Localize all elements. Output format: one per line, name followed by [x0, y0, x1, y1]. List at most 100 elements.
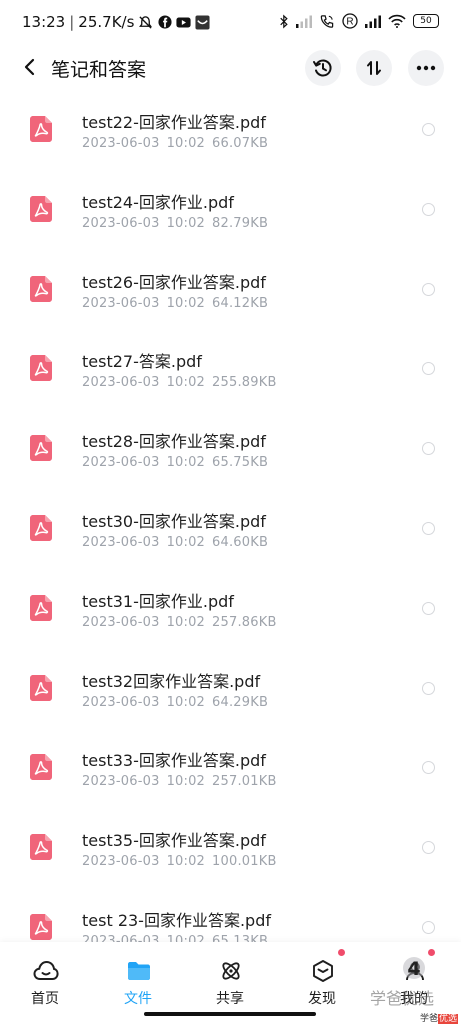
file-row[interactable]: test33-回家作业答案.pdf 2023-06-03 10:02 257.01KB	[0, 730, 461, 810]
status-left: 13:23 | 25.7K/s	[22, 13, 210, 31]
bluetooth-icon	[279, 13, 289, 29]
file-date: 2023-06-03	[82, 295, 160, 311]
file-row[interactable]: test24-回家作业.pdf 2023-06-03 10:02 82.79KB	[0, 172, 461, 252]
file-meta: 2023-06-03 10:02 82.79KB	[82, 216, 275, 231]
history-button[interactable]	[305, 50, 341, 86]
registered-icon: R	[342, 13, 358, 29]
nav-tab-2[interactable]: 共享	[195, 952, 265, 1012]
file-row[interactable]: test31-回家作业.pdf 2023-06-03 10:02 257.86KB	[0, 571, 461, 651]
select-radio[interactable]	[422, 282, 435, 296]
file-date: 2023-06-03	[82, 535, 160, 550]
file-row[interactable]: test35-回家作业答案.pdf 2023-06-03 10:02 100.01KB	[0, 810, 461, 890]
file-time: 10:02	[166, 375, 206, 391]
corner-number-badge: 4	[403, 957, 425, 980]
file-date: 2023-06-03	[82, 455, 160, 471]
select-radio[interactable]	[422, 761, 435, 775]
file-time: 10:02	[166, 136, 206, 151]
select-radio[interactable]	[422, 601, 435, 615]
nav-tab-3[interactable]: 发现	[287, 952, 357, 1012]
select-radio[interactable]	[422, 362, 435, 376]
select-radio[interactable]	[422, 681, 435, 695]
file-name: test33-回家作业答案.pdf	[82, 751, 266, 771]
chevron-left-icon	[24, 58, 35, 76]
more-button[interactable]	[408, 50, 444, 86]
svg-text:R: R	[346, 17, 353, 28]
file-size: 255.89KB	[212, 375, 277, 391]
file-date: 2023-06-03	[82, 854, 160, 870]
file-size: 257.01KB	[212, 774, 277, 790]
wifi-call-icon	[319, 14, 335, 29]
file-name: test24-回家作业.pdf	[82, 192, 234, 212]
file-meta: 2023-06-03 10:02 66.07KB	[82, 136, 275, 151]
select-radio[interactable]	[422, 841, 435, 855]
file-name: test22-回家作业答案.pdf	[82, 113, 266, 132]
pdf-file-icon	[30, 116, 52, 142]
select-radio[interactable]	[422, 442, 435, 456]
file-name: test32回家作业答案.pdf	[82, 671, 261, 691]
network-speed: 25.7K/s	[78, 13, 135, 31]
file-time: 10:02	[166, 535, 206, 550]
share-atom-icon	[218, 958, 244, 984]
file-name: test26-回家作业答案.pdf	[82, 272, 266, 292]
folder-icon	[126, 958, 152, 984]
select-radio[interactable]	[422, 522, 435, 535]
file-time: 10:02	[166, 694, 206, 710]
file-meta: 2023-06-03 10:02 65.75KB	[82, 455, 275, 470]
file-time: 10:02	[166, 215, 206, 231]
select-radio[interactable]	[422, 202, 435, 216]
battery-level: 50	[420, 16, 432, 26]
file-meta: 2023-06-03 10:02 64.60KB	[82, 535, 275, 550]
file-date: 2023-06-03	[82, 774, 160, 790]
history-icon	[313, 59, 332, 77]
back-button[interactable]	[14, 52, 44, 82]
pdf-file-icon	[30, 355, 52, 382]
pdf-file-icon	[30, 674, 52, 701]
battery-icon: 50	[413, 14, 439, 28]
file-row[interactable]: test 23-回家作业答案.pdf 2023-06-03 10:02 65.13KB	[0, 890, 461, 942]
discover-cube-icon	[310, 958, 336, 984]
nav-tab-0[interactable]: 首页	[10, 952, 80, 1012]
more-icon	[416, 65, 436, 71]
file-name: test 23-回家作业答案.pdf	[82, 911, 271, 930]
facebook-icon	[157, 15, 172, 30]
file-time: 10:02	[166, 295, 206, 311]
pdf-file-icon	[30, 275, 52, 302]
file-date: 2023-06-03	[82, 375, 160, 391]
file-meta: 2023-06-03 10:02 64.12KB	[82, 296, 275, 311]
file-row[interactable]: test30-回家作业答案.pdf 2023-06-03 10:02 64.60KB	[0, 491, 461, 571]
file-meta: 2023-06-03 10:02 257.01KB	[82, 774, 284, 789]
nav-tab-label: 共享	[216, 991, 244, 1007]
pdf-file-icon	[30, 195, 52, 222]
file-date: 2023-06-03	[82, 136, 160, 151]
cloud-home-icon	[33, 958, 59, 984]
file-name: test30-回家作业答案.pdf	[82, 512, 266, 531]
file-size: 64.12KB	[212, 295, 269, 311]
nav-tab-1[interactable]: 文件	[103, 952, 173, 1012]
file-row[interactable]: test28-回家作业答案.pdf 2023-06-03 10:02 65.75KB	[0, 411, 461, 491]
brand-highlight: 优选	[438, 1014, 459, 1024]
file-row[interactable]: test32回家作业答案.pdf 2023-06-03 10:02 64.29KB	[0, 651, 461, 731]
file-meta: 2023-06-03 10:02 255.89KB	[82, 375, 284, 390]
file-date: 2023-06-03	[82, 215, 160, 231]
file-row[interactable]: test26-回家作业答案.pdf 2023-06-03 10:02 64.12KB	[0, 252, 461, 332]
status-right: R 50	[279, 13, 439, 29]
pdf-file-icon	[30, 435, 52, 462]
file-size: 100.01KB	[212, 854, 277, 870]
pdf-file-icon	[30, 834, 52, 861]
file-time: 10:02	[166, 774, 206, 790]
file-meta: 2023-06-03 10:02 100.01KB	[82, 854, 284, 869]
file-list[interactable]: test22-回家作业答案.pdf 2023-06-03 10:02 66.07KB t…	[0, 92, 461, 942]
file-name: test28-回家作业答案.pdf	[82, 432, 266, 452]
file-time: 10:02	[166, 934, 206, 942]
select-radio[interactable]	[422, 123, 435, 136]
brand-mark: 学爸优选	[420, 1011, 459, 1024]
select-radio[interactable]	[422, 921, 435, 934]
file-row[interactable]: test27-答案.pdf 2023-06-03 10:02 255.89KB	[0, 331, 461, 411]
file-size: 82.79KB	[212, 215, 269, 231]
sort-button[interactable]	[356, 50, 392, 86]
file-row[interactable]: test22-回家作业答案.pdf 2023-06-03 10:02 66.07KB	[0, 92, 461, 172]
file-name: test35-回家作业答案.pdf	[82, 831, 266, 851]
file-size: 64.60KB	[212, 535, 269, 550]
pdf-file-icon	[30, 754, 52, 781]
nav-tab-label: 发现	[308, 991, 336, 1007]
